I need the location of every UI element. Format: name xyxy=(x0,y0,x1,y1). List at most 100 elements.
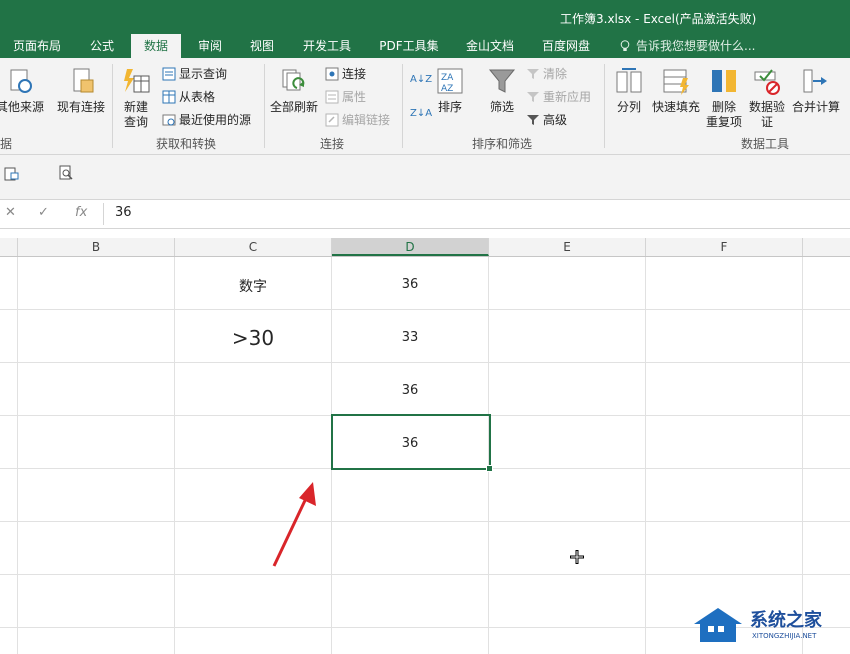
refresh-all-button[interactable]: 全部刷新 xyxy=(268,66,320,115)
ribbon: 其他来源 据 现有连接 新建 查询 显示查询 从表格 最近使用的源 获取和转换 … xyxy=(0,58,850,155)
text-to-columns-icon xyxy=(614,66,644,96)
window-title: 工作簿3.xlsx - Excel(产品激活失败) xyxy=(560,12,757,26)
formula-bar: ✕ ✓ fx 36 xyxy=(0,200,850,229)
column-header-b[interactable]: B xyxy=(18,238,175,256)
sort-dialog-icon: ZA AZ xyxy=(435,66,465,96)
refresh-all-icon xyxy=(279,66,309,96)
flash-fill-icon xyxy=(661,66,691,96)
group-separator xyxy=(112,64,113,148)
enter-icon[interactable]: ✓ xyxy=(38,205,49,220)
connections-button[interactable]: 连接 xyxy=(325,64,366,84)
advanced-filter-button[interactable]: 高级 xyxy=(526,110,567,130)
flash-fill-button[interactable]: 快速填充 xyxy=(650,66,702,115)
gridline xyxy=(0,521,850,522)
watermark-logo: 系统之家 XITONGZHIJIA.NET xyxy=(690,600,840,650)
cell-c-header[interactable]: 数字 xyxy=(175,276,331,296)
from-table-button[interactable]: 从表格 xyxy=(162,87,215,107)
show-queries-button[interactable]: 显示查询 xyxy=(162,64,227,84)
clear-filter-icon xyxy=(526,67,540,81)
text-to-columns-button[interactable]: 分列 xyxy=(610,66,648,115)
tab-baidu-netdisk[interactable]: 百度网盘 xyxy=(535,34,597,58)
gridline xyxy=(802,257,803,654)
reapply-button[interactable]: 重新应用 xyxy=(526,87,591,107)
gridline xyxy=(174,257,175,654)
formula-input[interactable]: 36 xyxy=(115,205,132,220)
svg-text:ZA: ZA xyxy=(441,73,454,83)
gridline xyxy=(0,362,850,363)
group-label-get-transform: 获取和转换 xyxy=(156,137,217,151)
other-sources-icon xyxy=(5,66,35,96)
data-validation-icon xyxy=(752,66,782,96)
annotation-arrow xyxy=(272,482,316,567)
lightbulb-icon xyxy=(620,36,630,51)
sort-descending-button[interactable]: Z↓A xyxy=(410,102,432,122)
tab-view[interactable]: 视图 xyxy=(240,34,284,58)
column-header-a[interactable] xyxy=(0,238,18,256)
watermark-url: XITONGZHIJIA.NET xyxy=(752,632,817,640)
group-separator xyxy=(604,64,605,148)
edit-links-icon xyxy=(325,113,339,127)
properties-button[interactable]: 属性 xyxy=(325,87,366,107)
cancel-icon[interactable]: ✕ xyxy=(5,205,16,220)
clear-filter-button[interactable]: 清除 xyxy=(526,64,567,84)
show-queries-icon xyxy=(162,67,176,81)
new-query-button[interactable]: 新建 查询 xyxy=(116,66,156,130)
cell-c-criteria[interactable]: >30 xyxy=(175,326,331,350)
group-label-connections: 连接 xyxy=(320,137,345,151)
zoom-preview-icon[interactable] xyxy=(58,165,74,181)
gridline xyxy=(645,257,646,654)
tab-page-layout[interactable]: 页面布局 xyxy=(6,34,68,58)
reapply-icon xyxy=(526,90,540,104)
group-label-data-fragment: 据 xyxy=(0,137,13,151)
recent-sources-button[interactable]: 最近使用的源 xyxy=(162,110,251,130)
insert-function-icon[interactable]: fx xyxy=(75,205,87,220)
formula-bar-divider xyxy=(103,203,104,225)
tab-review[interactable]: 审阅 xyxy=(188,34,232,58)
tell-me-box[interactable]: 告诉我您想要做什么... xyxy=(620,34,755,58)
tab-formulas[interactable]: 公式 xyxy=(80,34,124,58)
cell-d-3[interactable]: 36 xyxy=(332,383,488,398)
column-headers: B C D E F xyxy=(0,238,850,257)
column-header-c[interactable]: C xyxy=(175,238,332,256)
tell-me-text: 告诉我您想要做什么... xyxy=(636,39,756,53)
remove-duplicates-button[interactable]: 删除 重复项 xyxy=(704,66,744,130)
consolidate-button[interactable]: 合并计算 xyxy=(790,66,842,115)
quick-access-toolbar xyxy=(0,155,850,200)
table-icon xyxy=(162,90,176,104)
new-query-icon xyxy=(121,66,151,96)
advanced-filter-icon xyxy=(526,113,540,127)
gridline xyxy=(0,574,850,575)
column-header-d[interactable]: D xyxy=(332,238,489,256)
sort-ascending-button[interactable]: A↓Z xyxy=(410,68,432,88)
sort-button[interactable]: ZA AZ 排序 xyxy=(432,66,468,115)
group-label-data-tools: 数据工具 xyxy=(741,137,790,151)
cursor-icon xyxy=(570,550,584,564)
connections-icon xyxy=(325,67,339,81)
cell-d-2[interactable]: 33 xyxy=(332,330,488,345)
ribbon-tabs: 页面布局 公式 数据 审阅 视图 开发工具 PDF工具集 金山文档 百度网盘 告… xyxy=(0,34,850,58)
tab-data[interactable]: 数据 xyxy=(131,34,181,58)
tab-pdf-tools[interactable]: PDF工具集 xyxy=(372,34,446,58)
remove-duplicates-icon xyxy=(709,66,739,96)
data-validation-button[interactable]: 数据验 证 xyxy=(746,66,788,130)
column-header-f[interactable]: F xyxy=(646,238,803,256)
tab-developer[interactable]: 开发工具 xyxy=(296,34,358,58)
filter-icon xyxy=(487,66,517,96)
sort-az-icon: A↓Z xyxy=(410,74,433,85)
filter-button[interactable]: 筛选 xyxy=(484,66,520,115)
sort-za-icon: Z↓A xyxy=(410,108,433,119)
edit-links-button[interactable]: 编辑链接 xyxy=(325,110,390,130)
cell-d-1[interactable]: 36 xyxy=(332,277,488,292)
tab-kingsoft-docs[interactable]: 金山文档 xyxy=(459,34,521,58)
group-label-sort-filter: 排序和筛选 xyxy=(472,137,533,151)
fill-handle[interactable] xyxy=(486,465,493,472)
active-cell-border xyxy=(331,414,491,470)
other-sources-button[interactable]: 其他来源 xyxy=(0,66,50,115)
gridline xyxy=(0,309,850,310)
print-preview-icon[interactable] xyxy=(4,165,20,181)
existing-connections-icon xyxy=(66,66,96,96)
existing-connections-button[interactable]: 现有连接 xyxy=(54,66,108,115)
column-header-e[interactable]: E xyxy=(489,238,646,256)
title-bar: 工作簿3.xlsx - Excel(产品激活失败) xyxy=(0,0,850,34)
house-logo-icon xyxy=(694,608,742,642)
